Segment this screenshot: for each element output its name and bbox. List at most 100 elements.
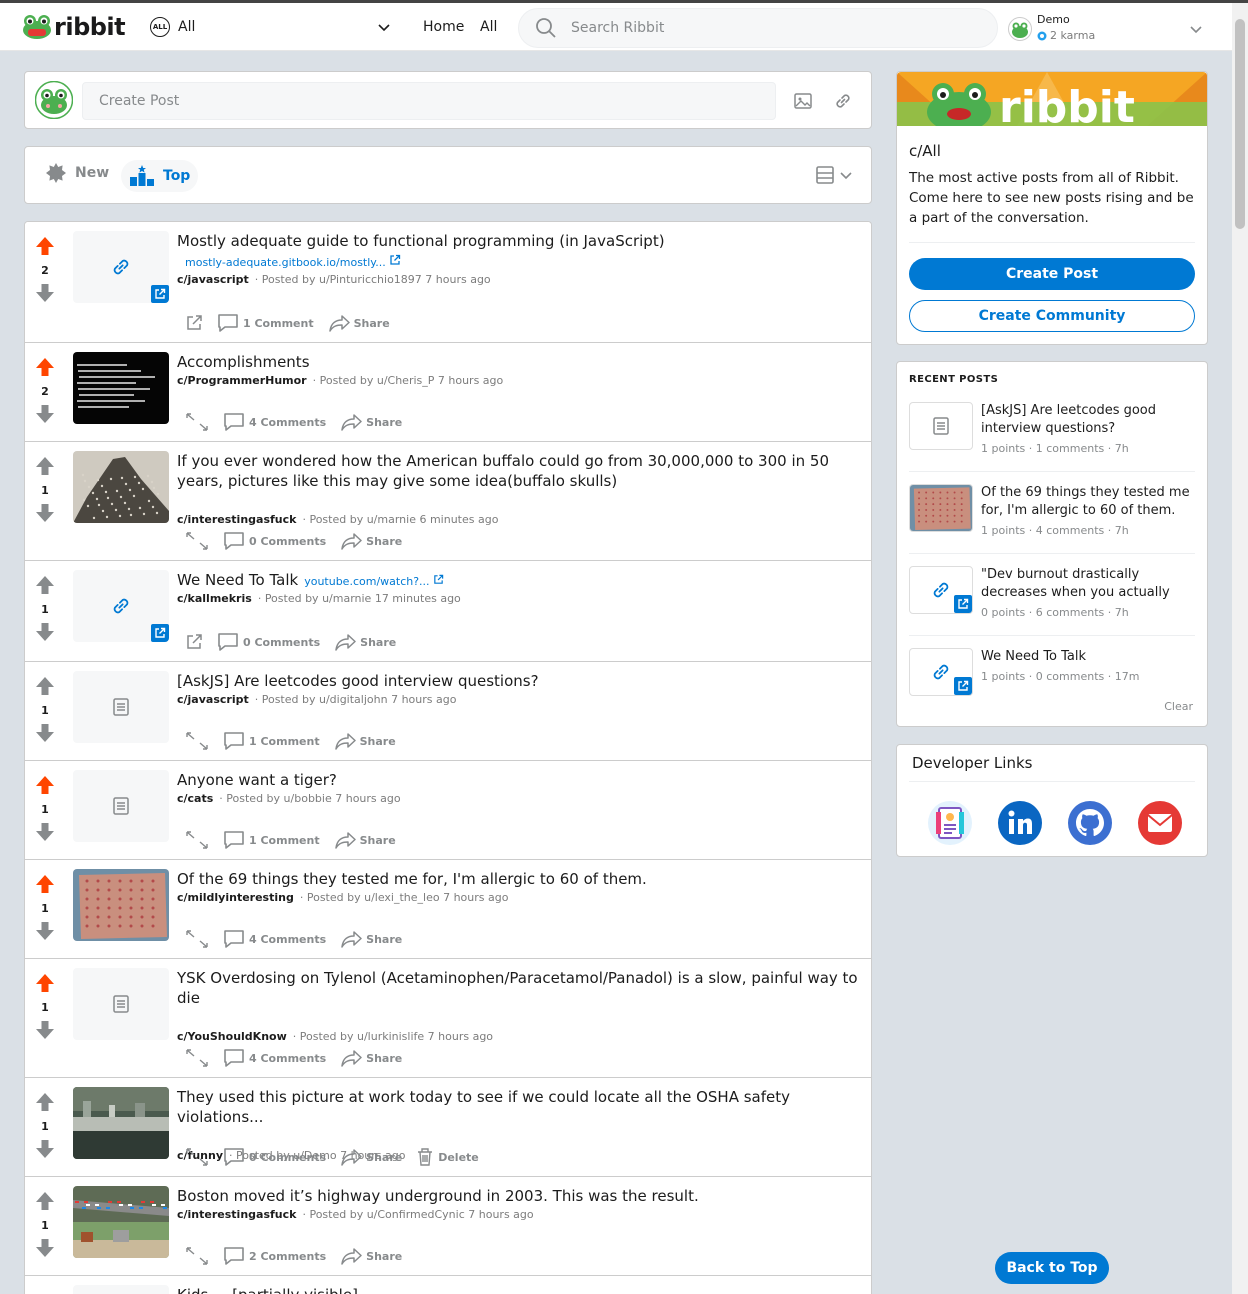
comments-button[interactable]: 2 Comments <box>223 1246 326 1266</box>
email-icon[interactable] <box>1137 800 1183 846</box>
post-thumbnail[interactable] <box>73 770 169 842</box>
back-to-top-button[interactable]: Back to Top <box>995 1252 1109 1284</box>
post-title[interactable]: If you ever wondered how the American bu… <box>177 451 863 491</box>
post-item[interactable]: 1 YSK Overdosing on Tylenol (Acetaminophe… <box>25 959 871 1078</box>
comments-button[interactable]: 4 Comments <box>223 929 326 949</box>
expand-icon[interactable] <box>185 929 209 949</box>
expand-icon[interactable] <box>185 531 209 551</box>
expand-icon[interactable] <box>185 731 209 751</box>
post-title[interactable]: Mostly adequate guide to functional prog… <box>177 231 863 251</box>
user-menu[interactable]: Demo 2 karma <box>1008 13 1204 45</box>
post-thumbnail[interactable] <box>73 231 169 303</box>
downvote-icon[interactable] <box>35 723 55 743</box>
share-button[interactable]: Share <box>334 732 396 750</box>
share-button[interactable]: Share <box>340 930 402 948</box>
upvote-icon[interactable] <box>35 357 55 377</box>
post-item[interactable]: 2 Accomplishments c/ProgrammerHumor · Poste… <box>25 343 871 442</box>
post-link[interactable]: youtube.com/watch?... <box>304 574 444 588</box>
post-thumbnail[interactable] <box>73 968 169 1040</box>
post-title[interactable]: Anyone want a tiger? <box>177 770 863 790</box>
external-link-icon[interactable] <box>185 314 203 332</box>
downvote-icon[interactable] <box>35 921 55 941</box>
share-button[interactable]: Share <box>340 532 402 550</box>
downvote-icon[interactable] <box>35 283 55 303</box>
post-item[interactable]: 1 If you ever wondered how the American b… <box>25 442 871 561</box>
post-community-link[interactable]: c/YouShouldKnow <box>177 1030 287 1043</box>
share-button[interactable]: Share <box>340 1247 402 1265</box>
image-icon[interactable] <box>793 91 813 111</box>
upvote-icon[interactable] <box>35 575 55 595</box>
post-item[interactable]: 1 [AskJS] Are leetcodes good interview qu… <box>25 662 871 761</box>
downvote-icon[interactable] <box>35 1139 55 1159</box>
link-icon[interactable] <box>833 91 853 111</box>
post-thumbnail[interactable] <box>73 570 169 642</box>
upvote-icon[interactable] <box>35 236 55 256</box>
create-post-button[interactable]: Create Post <box>909 258 1195 290</box>
downvote-icon[interactable] <box>35 622 55 642</box>
post-item[interactable]: 1 Anyone want a tiger? c/cats · Posted by u… <box>25 761 871 860</box>
post-item[interactable]: 1 Of the 69 things they tested me for, I'… <box>25 860 871 959</box>
recent-post-item[interactable]: We Need To Talk 1 points · 0 comments · 1… <box>909 648 1195 708</box>
post-item[interactable]: 1 We Need To Talk youtube.com/watch?... c/… <box>25 561 871 662</box>
share-button[interactable]: Share <box>334 633 396 651</box>
external-link-icon[interactable] <box>185 633 203 651</box>
comments-button[interactable]: 1 Comment <box>217 313 314 333</box>
post-thumbnail[interactable] <box>73 1186 169 1258</box>
post-title[interactable]: Of the 69 things they tested me for, I'm… <box>177 869 863 889</box>
post-thumbnail[interactable] <box>73 352 169 424</box>
comments-button[interactable]: 1 Comment <box>223 830 320 850</box>
post-title[interactable]: YSK Overdosing on Tylenol (Acetaminophen… <box>177 968 863 1008</box>
post-thumbnail[interactable] <box>73 671 169 743</box>
delete-button[interactable]: Delete <box>416 1147 479 1167</box>
upvote-icon[interactable] <box>35 1092 55 1112</box>
post-community-link[interactable]: c/javascript <box>177 273 249 286</box>
view-mode-dropdown[interactable] <box>815 165 853 185</box>
linkedin-icon[interactable] <box>997 800 1043 846</box>
community-dropdown[interactable]: ALL All <box>150 11 392 43</box>
ribbit-logo[interactable]: ribbit <box>22 13 126 41</box>
expand-icon[interactable] <box>185 412 209 432</box>
post-community-link[interactable]: c/javascript <box>177 693 249 706</box>
post-community-link[interactable]: c/mildlyinteresting <box>177 891 294 904</box>
post-item[interactable]: 1 Boston moved it’s highway underground i… <box>25 1177 871 1276</box>
upvote-icon[interactable] <box>35 456 55 476</box>
post-community-link[interactable]: c/kallmekris <box>177 592 252 605</box>
post-title[interactable]: They used this picture at work today to … <box>177 1087 863 1127</box>
post-thumbnail[interactable] <box>73 1087 169 1159</box>
nav-all-link[interactable]: All <box>480 19 497 35</box>
post-community-link[interactable]: c/ProgrammerHumor <box>177 374 307 387</box>
recent-post-item[interactable]: Of the 69 things they tested me for, I'm… <box>909 484 1195 554</box>
comments-button[interactable]: 0 Comments <box>223 1147 326 1167</box>
recent-post-item[interactable]: "Dev burnout drastically decreases when … <box>909 566 1195 636</box>
downvote-icon[interactable] <box>35 1238 55 1258</box>
downvote-icon[interactable] <box>35 822 55 842</box>
page-scrollbar[interactable] <box>1232 3 1248 1294</box>
comments-button[interactable]: 0 Comments <box>217 632 320 652</box>
post-title[interactable]: Boston moved it’s highway underground in… <box>177 1186 863 1206</box>
scrollbar-thumb[interactable] <box>1235 19 1245 229</box>
post-title[interactable]: We Need To Talk youtube.com/watch?... <box>177 570 863 592</box>
upvote-icon[interactable] <box>35 1191 55 1211</box>
post-item[interactable]: Kids ... [partially visible] <box>25 1276 871 1294</box>
upvote-icon[interactable] <box>35 973 55 993</box>
comments-button[interactable]: 1 Comment <box>223 731 320 751</box>
create-post-input[interactable]: Create Post <box>82 82 776 120</box>
upvote-icon[interactable] <box>35 676 55 696</box>
comments-button[interactable]: 0 Comments <box>223 531 326 551</box>
share-button[interactable]: Share <box>340 413 402 431</box>
recent-post-item[interactable]: [AskJS] Are leetcodes good interview que… <box>909 402 1195 472</box>
post-thumbnail[interactable] <box>73 451 169 523</box>
downvote-icon[interactable] <box>35 404 55 424</box>
nav-home-link[interactable]: Home <box>423 19 464 35</box>
post-item[interactable]: 2 Mostly adequate guide to functional pro… <box>25 222 871 343</box>
expand-icon[interactable] <box>185 1048 209 1068</box>
downvote-icon[interactable] <box>35 503 55 523</box>
create-community-button[interactable]: Create Community <box>909 300 1195 332</box>
github-icon[interactable] <box>1067 800 1113 846</box>
downvote-icon[interactable] <box>35 1020 55 1040</box>
share-button[interactable]: Share <box>334 831 396 849</box>
expand-icon[interactable] <box>185 1246 209 1266</box>
post-community-link[interactable]: c/interestingasfuck <box>177 513 296 526</box>
expand-icon[interactable] <box>185 1147 209 1167</box>
upvote-icon[interactable] <box>35 775 55 795</box>
